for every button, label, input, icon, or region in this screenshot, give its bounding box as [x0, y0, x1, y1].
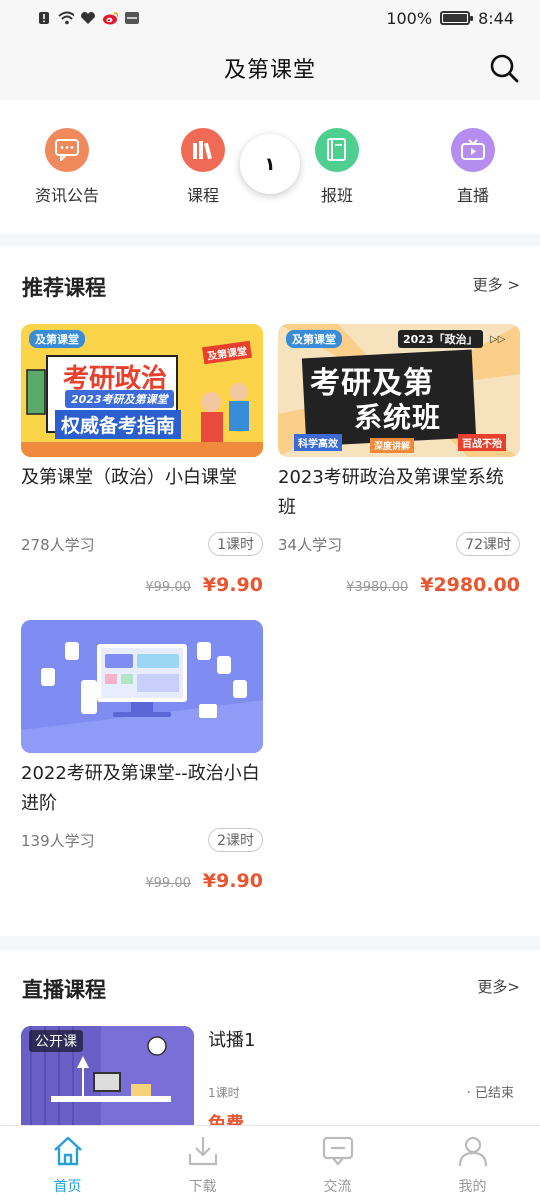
thumb-logo: 及第课堂 — [29, 330, 85, 348]
live-tag: 公开课 — [29, 1030, 83, 1052]
tab-download[interactable]: 下载 — [135, 1126, 270, 1200]
course-meta: 278人学习 1课时 — [21, 532, 263, 556]
current-price: ¥9.90 — [202, 870, 263, 892]
live-price: 免费 — [208, 1114, 244, 1125]
tab-home[interactable]: 首页 — [0, 1126, 135, 1200]
original-price: ¥3980.00 — [346, 580, 409, 595]
original-price: ¥99.00 — [145, 580, 191, 595]
floating-action-button[interactable]: ١ — [240, 134, 300, 194]
live-status: · 已结束 — [466, 1086, 514, 1101]
section-title: 直播课程 — [22, 978, 106, 1002]
message-icon — [45, 128, 89, 172]
current-price: ¥9.90 — [202, 574, 263, 596]
tab-label: 我的 — [458, 1179, 487, 1195]
thumbnail-art — [21, 620, 263, 753]
lesson-count-badge: 1课时 — [208, 532, 263, 556]
course-thumbnail: 及第课堂 考研政治 2023考研及第课堂 权威备考指南 及第课堂 — [21, 324, 263, 457]
tab-label: 首页 — [53, 1179, 82, 1195]
battery-icon — [440, 11, 474, 25]
alert-icon — [36, 11, 52, 25]
course-title: 2023考研政治及第课堂系统班 — [278, 467, 504, 518]
status-icons — [36, 11, 140, 25]
search-icon — [490, 54, 519, 83]
book-icon — [315, 128, 359, 172]
course-title: 2022考研及第课堂--政治小白进阶 — [21, 763, 260, 814]
more-link[interactable]: 更多> — [477, 976, 520, 997]
course-thumbnail: 及第课堂 2023「政治」 ▷▷ 考研及第 系统班 科学高效 深度讲解 百战不殆 — [278, 324, 520, 457]
status-right: 100% 8:44 — [386, 9, 514, 28]
tv-icon — [451, 128, 495, 172]
course-title: 及第课堂（政治）小白课堂 — [21, 467, 237, 488]
thumb-tag: 权威备考指南 — [55, 410, 182, 439]
live-thumbnail[interactable]: 公开课 — [21, 1026, 194, 1126]
quick-nav-news[interactable]: 资讯公告 — [22, 128, 112, 206]
thumb-tag: 深度讲解 — [370, 438, 415, 453]
price-row: ¥3980.00 ¥2980.00 — [346, 574, 520, 596]
quick-nav-enroll[interactable]: 报班 — [292, 128, 382, 206]
course-thumbnail — [21, 620, 263, 753]
price-row: ¥99.00 ¥9.90 — [145, 574, 263, 596]
current-price: ¥2980.00 — [420, 574, 520, 596]
battery-fill — [443, 14, 468, 22]
tab-chat[interactable]: 交流 — [270, 1126, 405, 1200]
live-title[interactable]: 试播1 — [208, 1026, 255, 1052]
lesson-count-badge: 2课时 — [208, 828, 263, 852]
recommended-section: 推荐课程 更多 > 及第课堂 考研政治 2023考研及第课堂 权威备考指南 及第… — [0, 246, 540, 936]
clock: 8:44 — [478, 8, 514, 28]
lesson-count-badge: 72课时 — [456, 532, 520, 556]
app-header: 及第课堂 — [0, 36, 540, 100]
course-card[interactable]: 2022考研及第课堂--政治小白进阶 139人学习 2课时 ¥99.00 ¥9.… — [21, 620, 263, 900]
quick-nav-label: 资讯公告 — [34, 186, 99, 205]
quick-nav: 资讯公告 课程 报班 直播 ١ — [0, 100, 540, 234]
thumb-line2: 系统班 — [354, 401, 442, 434]
quick-nav-label: 报班 — [320, 186, 353, 205]
course-card[interactable]: 及第课堂 考研政治 2023考研及第课堂 权威备考指南 及第课堂 及第课堂（政治… — [21, 324, 263, 604]
bottom-tab-bar: 首页 下载 交流 我的 — [0, 1125, 540, 1200]
learner-count: 139人学习 — [21, 831, 95, 850]
play-icon: ▷▷ — [490, 334, 506, 345]
original-price: ¥99.00 — [145, 876, 191, 891]
user-icon — [458, 1136, 487, 1167]
course-card[interactable]: 及第课堂 2023「政治」 ▷▷ 考研及第 系统班 科学高效 深度讲解 百战不殆… — [278, 324, 520, 604]
course-meta: 139人学习 2课时 — [21, 828, 263, 852]
thumb-logo: 及第课堂 — [286, 330, 342, 348]
status-bar: 100% 8:44 — [0, 0, 540, 36]
live-section: 直播课程 更多> 公开课 试播1 1课时 · 已结束 免费 — [0, 950, 540, 1126]
learner-count: 278人学习 — [21, 535, 95, 554]
weibo-icon — [102, 11, 118, 25]
quick-nav-courses[interactable]: 课程 — [158, 128, 248, 206]
lesson-count: 1课时 — [208, 1086, 240, 1100]
home-icon — [53, 1136, 82, 1166]
more-link[interactable]: 更多 > — [473, 274, 520, 295]
tab-label: 下载 — [188, 1179, 217, 1195]
app-notification-icon — [124, 11, 140, 25]
heart-rate-icon — [80, 11, 96, 25]
books-icon — [181, 128, 225, 172]
tab-label: 交流 — [323, 1179, 352, 1195]
thumb-sub: 2023考研及第课堂 — [65, 390, 174, 408]
download-icon — [188, 1137, 217, 1166]
quick-nav-label: 课程 — [186, 186, 219, 205]
thumb-tag: 科学高效 — [294, 434, 342, 451]
battery-percent: 100% — [386, 8, 433, 28]
search-button[interactable] — [488, 52, 520, 84]
tab-me[interactable]: 我的 — [405, 1126, 540, 1200]
learner-count: 34人学习 — [278, 535, 343, 554]
chat-icon — [322, 1136, 353, 1166]
thumb-tag: 百战不殆 — [458, 434, 506, 451]
wifi-icon — [58, 11, 74, 25]
price-row: ¥99.00 ¥9.90 — [145, 870, 263, 892]
thumb-badge: 2023「政治」 — [398, 330, 483, 348]
page-title: 及第课堂 — [223, 58, 316, 83]
section-title: 推荐课程 — [22, 276, 106, 300]
quick-nav-live[interactable]: 直播 — [428, 128, 518, 206]
course-meta: 34人学习 72课时 — [278, 532, 520, 556]
quick-nav-label: 直播 — [456, 186, 489, 205]
